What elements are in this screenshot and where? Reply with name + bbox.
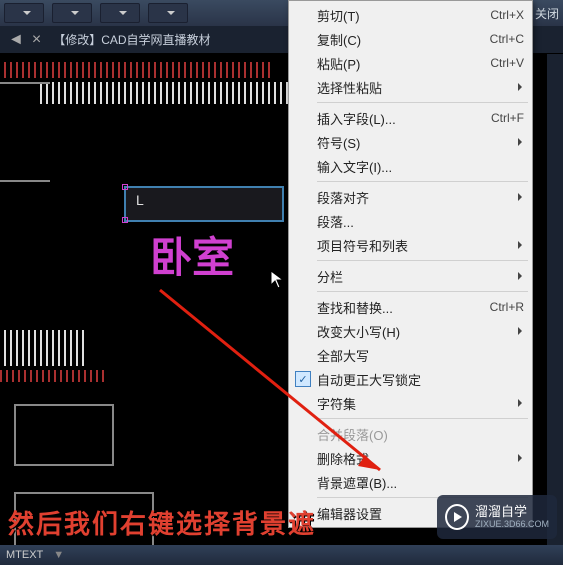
menu-charset[interactable]: 字符集 xyxy=(289,391,532,415)
menu-all-caps[interactable]: 全部大写 xyxy=(289,343,532,367)
menu-bullets[interactable]: 项目符号和列表 xyxy=(289,233,532,257)
tutorial-caption: 然后我们右键选择背景遮 xyxy=(8,504,316,541)
chevron-right-icon xyxy=(518,454,522,462)
toolbar-dropdown-4[interactable] xyxy=(148,3,188,23)
menu-cut[interactable]: 剪切(T)Ctrl+X xyxy=(289,3,532,27)
menu-separator xyxy=(317,260,528,261)
wall-hatch xyxy=(0,370,104,382)
room-label-text[interactable]: 卧室 xyxy=(150,224,234,285)
chevron-right-icon xyxy=(518,138,522,146)
menu-find-replace[interactable]: 查找和替换...Ctrl+R xyxy=(289,295,532,319)
chevron-right-icon xyxy=(518,399,522,407)
check-icon: ✓ xyxy=(295,371,311,387)
context-menu: 剪切(T)Ctrl+X 复制(C)Ctrl+C 粘贴(P)Ctrl+V 选择性粘… xyxy=(288,0,533,528)
watermark-brand: 溜溜自学 xyxy=(475,505,549,519)
text-editor-box[interactable] xyxy=(124,186,284,222)
menu-background-mask[interactable]: 背景遮罩(B)... xyxy=(289,470,532,494)
toolbar-dropdown-2[interactable] xyxy=(52,3,92,23)
menu-paste-special[interactable]: 选择性粘贴 xyxy=(289,75,532,99)
menu-separator xyxy=(317,291,528,292)
tab-title[interactable]: 【修改】CAD自学网直播教材 xyxy=(53,31,210,48)
text-handle[interactable] xyxy=(122,184,128,190)
cursor-icon xyxy=(270,270,286,290)
menu-clear-format[interactable]: 删除格式 xyxy=(289,446,532,470)
menu-paste[interactable]: 粘贴(P)Ctrl+V xyxy=(289,51,532,75)
menu-autocaps[interactable]: ✓自动更正大写锁定 xyxy=(289,367,532,391)
chevron-right-icon xyxy=(518,327,522,335)
menu-separator xyxy=(317,418,528,419)
wall-hatch xyxy=(4,62,274,78)
ruler-mark: L xyxy=(136,192,144,208)
chevron-right-icon xyxy=(518,193,522,201)
status-mode: MTEXT xyxy=(6,549,43,561)
status-caret-icon[interactable]: ▼ xyxy=(53,549,64,561)
text-handle[interactable] xyxy=(122,217,128,223)
chevron-right-icon xyxy=(518,272,522,280)
wall-hatch xyxy=(40,82,290,104)
play-icon xyxy=(445,504,469,530)
menu-copy[interactable]: 复制(C)Ctrl+C xyxy=(289,27,532,51)
menu-paragraph[interactable]: 段落... xyxy=(289,209,532,233)
menu-columns[interactable]: 分栏 xyxy=(289,264,532,288)
column-outline xyxy=(0,82,50,182)
wall-hatch xyxy=(4,330,88,366)
status-bar: MTEXT ▼ xyxy=(0,545,563,565)
menu-merge-paragraph: 合并段落(O) xyxy=(289,422,532,446)
toolbar-dropdown-1[interactable] xyxy=(4,3,44,23)
watermark-url: ZIXUE.3D66.COM xyxy=(475,519,549,529)
menu-para-align[interactable]: 段落对齐 xyxy=(289,185,532,209)
menu-insert-field[interactable]: 插入字段(L)...Ctrl+F xyxy=(289,106,532,130)
right-ruler xyxy=(547,54,563,545)
close-text-editor[interactable]: 关闭 xyxy=(535,5,559,22)
tab-close-icon[interactable]: × xyxy=(32,31,41,49)
menu-symbol[interactable]: 符号(S) xyxy=(289,130,532,154)
tab-arrow-left[interactable]: ◄ xyxy=(8,31,24,49)
rect-outline xyxy=(14,404,114,466)
watermark-badge: 溜溜自学 ZIXUE.3D66.COM xyxy=(437,495,557,539)
menu-change-case[interactable]: 改变大小写(H) xyxy=(289,319,532,343)
menu-separator xyxy=(317,102,528,103)
menu-separator xyxy=(317,181,528,182)
chevron-right-icon xyxy=(518,83,522,91)
toolbar-dropdown-3[interactable] xyxy=(100,3,140,23)
menu-import-text[interactable]: 输入文字(I)... xyxy=(289,154,532,178)
chevron-right-icon xyxy=(518,241,522,249)
